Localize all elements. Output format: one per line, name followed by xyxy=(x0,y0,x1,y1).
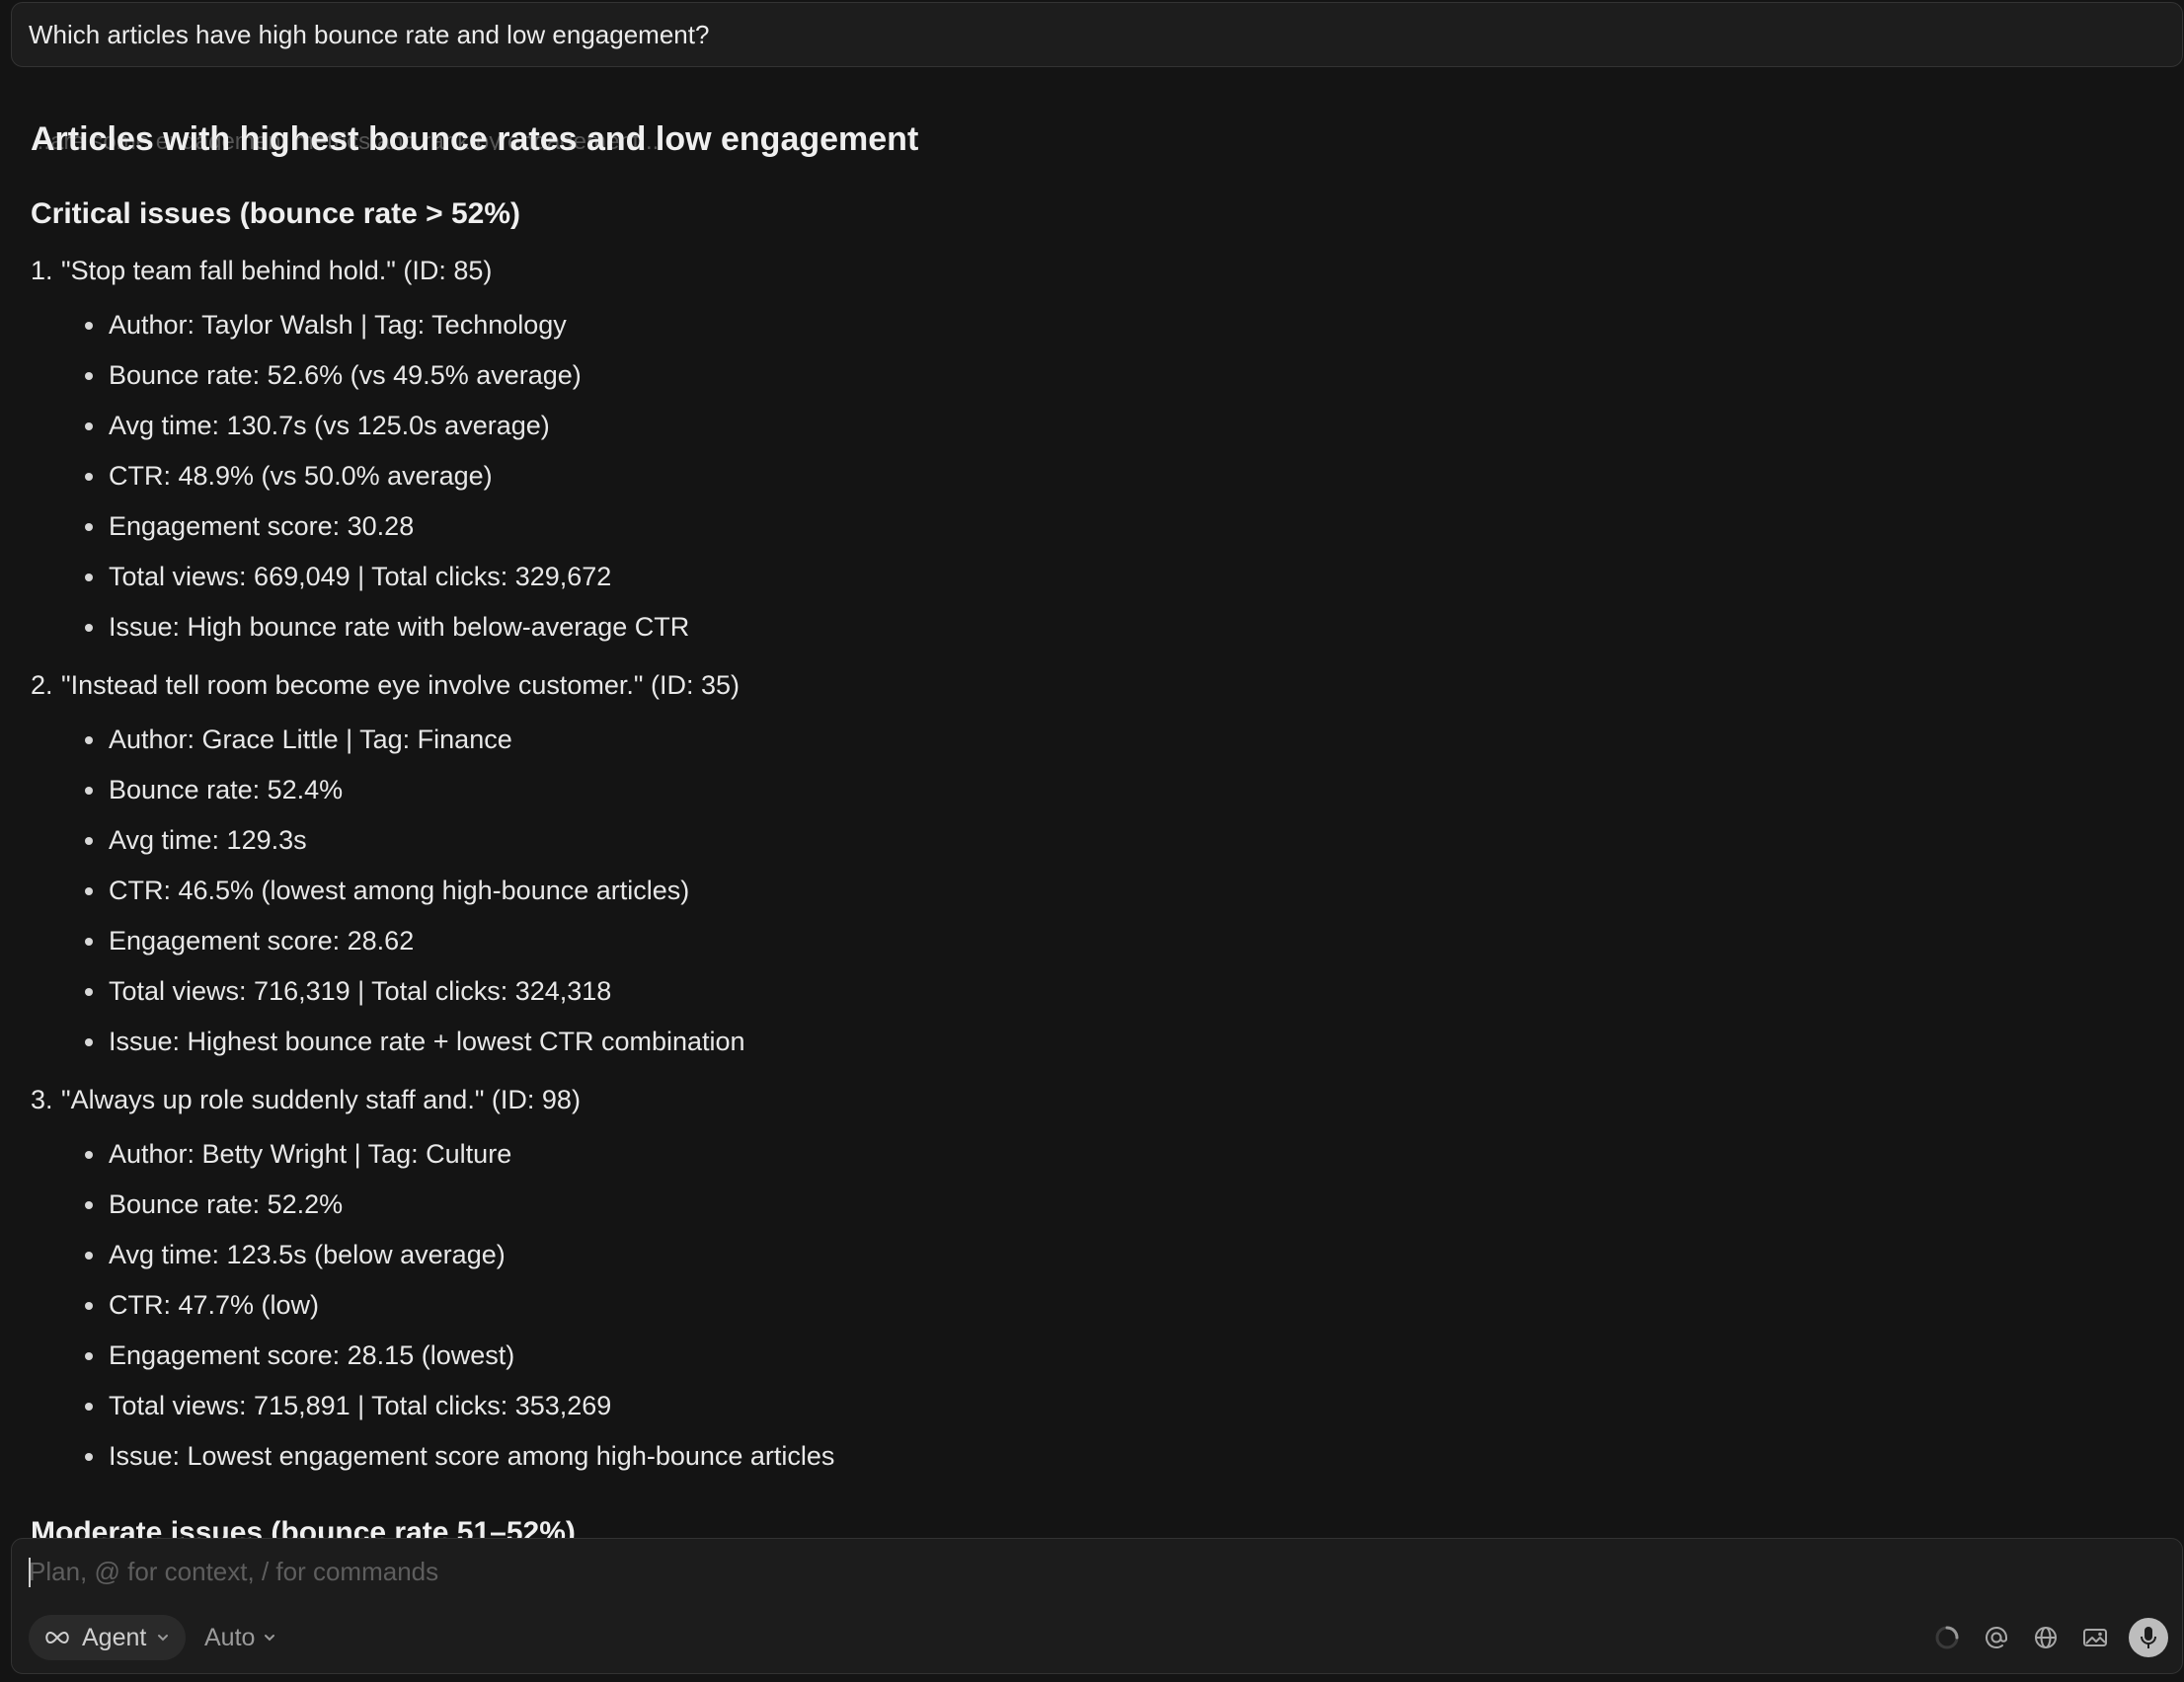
list-item: Engagement score: 28.62 xyxy=(84,926,414,956)
section-heading-moderate: Moderate issues (bounce rate 51–52%) xyxy=(31,1516,576,1538)
chevron-down-icon xyxy=(265,1635,275,1642)
infinity-icon xyxy=(45,1631,69,1644)
list-item: Issue: Lowest engagement score among hig… xyxy=(84,1441,834,1472)
list-item: Issue: Highest bounce rate + lowest CTR … xyxy=(84,1027,745,1057)
list-item: Bounce rate: 52.2% xyxy=(84,1189,343,1220)
agent-mode-label: Agent xyxy=(82,1623,147,1651)
model-selector[interactable]: Auto xyxy=(204,1615,276,1660)
list-item: Bounce rate: 52.4% xyxy=(84,775,343,805)
image-icon[interactable] xyxy=(2079,1622,2111,1653)
message-composer: Plan, @ for context, / for commands Agen… xyxy=(11,1538,2183,1674)
list-item: Issue: High bounce rate with below-avera… xyxy=(84,612,689,643)
article-title: 2. "Instead tell room become eye involve … xyxy=(31,670,740,700)
list-item: Avg time: 123.5s (below average) xyxy=(84,1240,506,1270)
list-item: CTR: 46.5% (lowest among high-bounce art… xyxy=(84,876,689,906)
user-query-text: Which articles have high bounce rate and… xyxy=(29,19,710,49)
list-item: Bounce rate: 52.6% (vs 49.5% average) xyxy=(84,360,582,391)
list-item: Total views: 715,891 | Total clicks: 353… xyxy=(84,1391,611,1421)
response-content[interactable]: ...are some engagement metrics and rank … xyxy=(0,69,2184,1538)
response-heading: Articles with highest bounce rates and l… xyxy=(31,120,919,158)
model-label: Auto xyxy=(204,1623,256,1651)
composer-tools xyxy=(1931,1618,2168,1657)
spinner-icon xyxy=(1931,1622,1963,1653)
list-item: CTR: 48.9% (vs 50.0% average) xyxy=(84,461,493,492)
chevron-down-icon xyxy=(158,1635,169,1642)
microphone-icon[interactable] xyxy=(2129,1618,2168,1657)
article-title: 3. "Always up role suddenly staff and." (… xyxy=(31,1085,581,1114)
list-item: Avg time: 130.7s (vs 125.0s average) xyxy=(84,411,550,441)
list-item: Author: Grace Little | Tag: Finance xyxy=(84,725,512,755)
agent-mode-selector[interactable]: Agent xyxy=(29,1615,187,1660)
list-item: CTR: 47.7% (low) xyxy=(84,1290,319,1321)
list-item: Engagement score: 28.15 (lowest) xyxy=(84,1340,514,1371)
list-item: Engagement score: 30.28 xyxy=(84,511,414,542)
article-title: 1. "Stop team fall behind hold." (ID: 85) xyxy=(31,256,493,285)
section-heading-critical: Critical issues (bounce rate > 52%) xyxy=(31,197,521,230)
at-icon[interactable] xyxy=(1981,1622,2012,1653)
list-item: Author: Taylor Walsh | Tag: Technology xyxy=(84,310,567,341)
globe-icon[interactable] xyxy=(2030,1622,2062,1653)
list-item: Author: Betty Wright | Tag: Culture xyxy=(84,1139,511,1170)
user-query[interactable]: Which articles have high bounce rate and… xyxy=(11,2,2183,67)
list-item: Total views: 716,319 | Total clicks: 324… xyxy=(84,976,611,1007)
list-item: Total views: 669,049 | Total clicks: 329… xyxy=(84,562,611,592)
list-item: Avg time: 129.3s xyxy=(84,825,307,856)
composer-input[interactable]: Plan, @ for context, / for commands xyxy=(29,1557,438,1587)
chat-page: Which articles have high bounce rate and… xyxy=(0,0,2184,1682)
